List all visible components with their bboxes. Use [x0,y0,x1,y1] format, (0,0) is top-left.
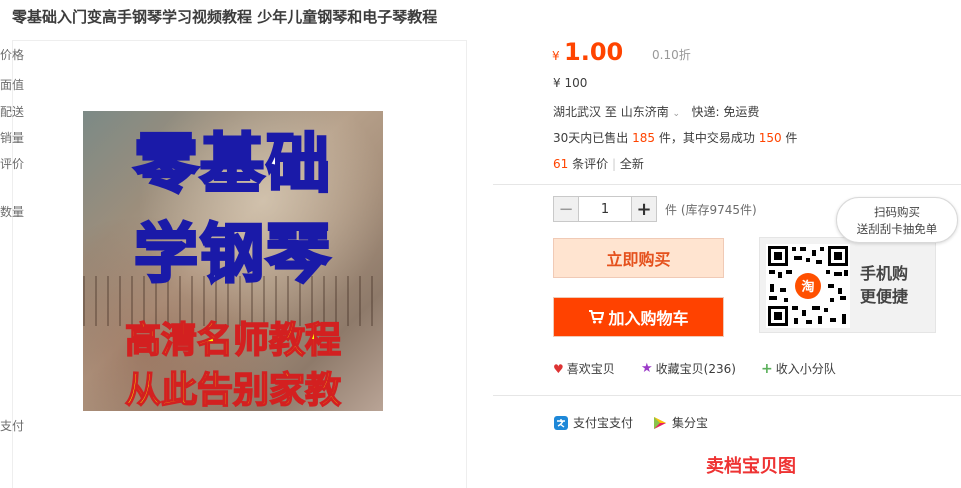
buy-now-button[interactable]: 立即购买 [553,238,724,278]
reviews-info: 61 条评价 | 全新 [553,155,644,172]
plus-icon: + [761,360,773,377]
reviews-link[interactable]: 61 条评价 [553,157,608,171]
product-main-image[interactable]: 零基础 学钢琴 高清名师教程 从此告别家教 [83,111,383,411]
discount-text: 0.10折 [652,48,691,62]
jifenbao-icon [654,416,666,429]
face-value-label: 面值 [0,78,25,92]
sales-sold-count: 185 [632,131,656,145]
mobile-qr-panel[interactable]: 淘 手机购 更便捷 [759,237,936,333]
quantity-input[interactable]: 1 [579,196,631,222]
alipay-label: 支付宝支付 [573,416,634,430]
divider [493,184,961,185]
delivery-to: 山东济南 [620,105,669,119]
add-to-squad-label: 收入小分队 [775,362,836,376]
like-item-label: 喜欢宝贝 [566,362,615,376]
heart-icon: ♥ [553,361,564,376]
bubble-line1: 扫码购买 [874,205,920,219]
jifenbao-payment: 集分宝 [652,414,708,431]
mobile-text-line2: 更便捷 [860,287,909,306]
payment-label: 支付 [0,419,25,433]
price-value: 1.00 [564,38,624,66]
cover-text-line1: 零基础 [133,127,332,204]
jifenbao-label: 集分宝 [672,416,709,430]
divider [493,395,961,396]
favorite-item-link[interactable]: ★ 收藏宝贝(236) [641,360,736,377]
delivery-to-word: 至 [604,105,617,119]
face-value: ¥ 100 [553,76,588,90]
favorite-item-label: 收藏宝贝(236) [655,362,736,376]
mobile-promo-text: 手机购 更便捷 [860,262,908,308]
reviews-count: 61 [553,157,569,171]
bubble-line2: 送刮刮卡抽免单 [856,222,938,236]
price-label: 价格 [0,48,25,62]
chevron-down-icon: ⌄ [672,109,681,119]
scan-promo-bubble: 扫码购买 送刮刮卡抽免单 [836,197,958,243]
add-to-squad-link[interactable]: + 收入小分队 [761,360,836,377]
quantity-plus-button[interactable]: + [631,196,657,222]
reviews-unit: 条评价 [572,157,609,171]
sales-mid: 件，其中交易成功 [658,131,755,145]
alipay-payment: 支付宝支付 [553,414,633,431]
alipay-icon [554,415,568,430]
delivery-label: 配送 [0,105,25,119]
reviews-separator: | [611,157,616,171]
price-currency: ¥ [552,49,560,63]
product-gallery: 零基础 学钢琴 高清名师教程 从此告别家教 [12,40,467,488]
mobile-text-line1: 手机购 [860,264,909,283]
cover-text-line4: 从此告别家教 [124,369,342,411]
cover-text-line2: 学钢琴 [133,217,332,294]
stock-note: 件 (库存9745件) [665,203,757,217]
reviews-label: 评价 [0,157,25,171]
delivery-info: 湖北武汉 至 山东济南 ⌄ 快递: 免运费 [553,103,759,120]
sales-info: 30天内已售出 185 件，其中交易成功 150 件 [553,129,797,146]
delivery-destination-select[interactable]: 山东济南 ⌄ [621,105,680,119]
quantity-stepper: − 1 + [553,196,657,224]
condition: 全新 [619,157,644,171]
product-title: 零基础入门变高手钢琴学习视频教程 少年儿童钢琴和电子琴教程 [12,8,438,26]
delivery-from: 湖北武汉 [553,105,602,119]
sales-success-count: 150 [758,131,782,145]
bottom-cut-heading: 卖档宝贝图 [706,456,796,477]
delivery-method: 快递: 免运费 [691,105,760,119]
star-icon: ★ [641,361,653,376]
quantity-label: 数量 [0,205,25,219]
cart-icon [589,310,605,324]
sales-suffix: 件 [785,131,798,145]
quantity-minus-button[interactable]: − [553,196,579,222]
cover-text-line3: 高清名师教程 [124,319,342,362]
sales-prefix: 30天内已售出 [553,131,629,145]
add-to-cart-label: 加入购物车 [608,309,689,328]
qr-badge-label: 淘 [801,279,814,295]
qr-code-icon: 淘 [766,244,850,328]
sales-label: 销量 [0,131,25,145]
add-to-cart-button[interactable]: 加入购物车 [553,297,724,337]
like-item-link[interactable]: ♥ 喜欢宝贝 [553,360,615,377]
